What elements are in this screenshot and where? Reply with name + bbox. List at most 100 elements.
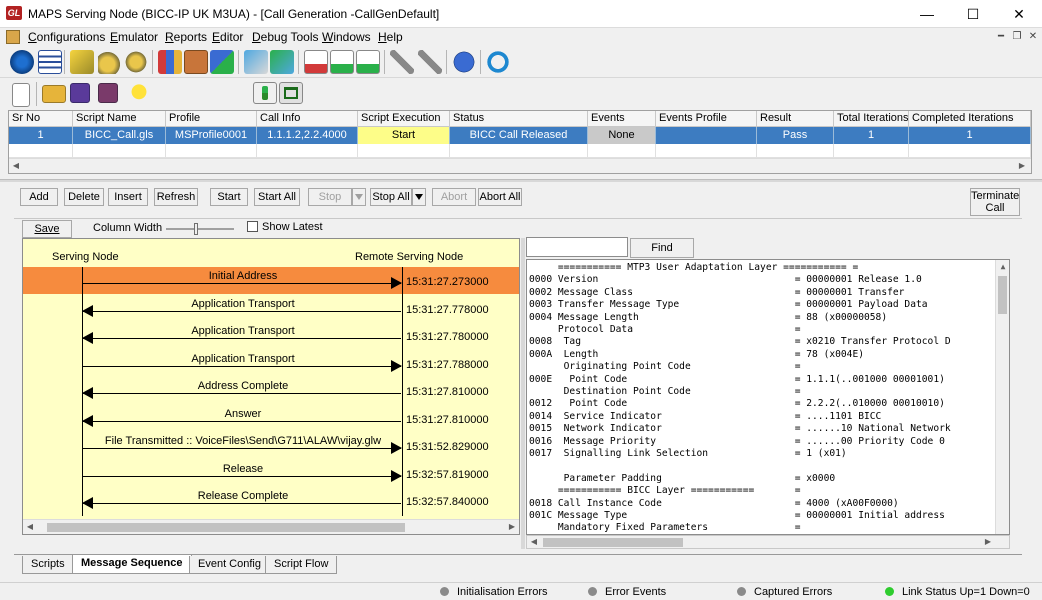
cell-profile[interactable]: MSProfile0001	[166, 127, 257, 144]
error-events-status[interactable]: Error Events	[588, 585, 666, 599]
decode-vertical-scrollbar[interactable]: ▲	[995, 260, 1009, 534]
delete-button[interactable]: Delete	[64, 188, 104, 206]
start-all-button[interactable]: Start All	[254, 188, 300, 206]
insert-button[interactable]: Insert	[108, 188, 148, 206]
close-button[interactable]: ✕	[996, 0, 1042, 28]
tab-event-config[interactable]: Event Config	[189, 556, 270, 574]
check-edit-icon[interactable]	[244, 50, 268, 74]
col-header-script-name[interactable]: Script Name	[73, 111, 166, 127]
link-status[interactable]: Link Status Up=1 Down=0	[885, 585, 1030, 599]
decode-line[interactable]: 0003 Transfer Message Type = 00000001 Pa…	[529, 299, 928, 311]
col-header-call-info[interactable]: Call Info	[257, 111, 358, 127]
decode-line[interactable]: 0017 Signalling Link Selection = 1 (x01)	[529, 448, 847, 460]
refresh-button[interactable]: Refresh	[154, 188, 198, 206]
wizard-icon[interactable]	[270, 50, 294, 74]
menu-reports[interactable]: Reports	[165, 30, 207, 44]
find-button[interactable]: Find	[630, 238, 694, 258]
grid-horizontal-scrollbar[interactable]: ◀ ▶	[9, 158, 1031, 173]
sequence-message-row[interactable]: Release 15:32:57.819000	[23, 460, 519, 487]
save-button[interactable]: Save	[22, 220, 72, 238]
decode-line[interactable]: 0008 Tag = x0210 Transfer Protocol D	[529, 336, 951, 348]
briefcase-icon[interactable]	[184, 50, 208, 74]
save-as-icon[interactable]	[98, 83, 118, 103]
col-header-script-execution[interactable]: Script Execution	[358, 111, 450, 127]
save-icon[interactable]	[70, 83, 90, 103]
decode-line[interactable]: 0000 Version = 00000001 Release 1.0	[529, 274, 922, 286]
decode-horizontal-scrollbar[interactable]: ◀ ▶	[526, 535, 1010, 549]
col-header-events[interactable]: Events	[588, 111, 656, 127]
decode-line[interactable]: 0016 Message Priority = ......00 Priorit…	[529, 436, 945, 448]
column-width-slider[interactable]	[166, 223, 234, 235]
menu-debug-tools[interactable]: Debug Tools	[252, 30, 319, 44]
sequence-message-row[interactable]: Answer 15:31:27.810000	[23, 405, 519, 432]
sequence-message-row[interactable]: Address Complete 15:31:27.810000	[23, 377, 519, 404]
cell-total-iterations[interactable]: 1	[834, 127, 909, 144]
sequence-message-row[interactable]: Application Transport 15:31:27.788000	[23, 350, 519, 377]
abort-all-button[interactable]: Abort All	[478, 188, 522, 206]
lightbulb-icon[interactable]	[130, 83, 148, 105]
decode-line[interactable]: 0018 Call Instance Code = 4000 (xA00F000…	[529, 498, 899, 510]
decode-line[interactable]: 001C Message Type = 00000001 Initial add…	[529, 510, 945, 522]
slider-thumb[interactable]	[194, 223, 198, 235]
panel-splitter[interactable]	[0, 179, 1042, 182]
scroll-left-icon[interactable]: ◀	[9, 161, 23, 170]
mdi-close-button[interactable]: ✕	[1026, 30, 1040, 43]
stop-button[interactable]: Stop	[308, 188, 352, 206]
gears-icon[interactable]	[98, 50, 122, 74]
decode-line[interactable]: Parameter Padding = x0000	[529, 473, 835, 485]
ladder-view-icon[interactable]	[253, 82, 277, 104]
cell-call-info[interactable]: 1.1.1.2,2.2.4000	[257, 127, 358, 144]
configuration-gear-icon[interactable]	[10, 50, 34, 74]
scroll-left-icon[interactable]: ◀	[23, 522, 37, 531]
decode-line[interactable]: 0014 Service Indicator = ....1101 BICC	[529, 411, 881, 423]
stop-all-dropdown-icon[interactable]	[412, 188, 426, 206]
sequence-horizontal-scrollbar[interactable]: ◀ ▶	[23, 519, 519, 534]
menu-windows[interactable]: Windows	[322, 30, 371, 44]
stop-capture-icon[interactable]	[304, 50, 328, 74]
decode-line[interactable]: =========== BICC Layer =========== =	[529, 485, 801, 497]
cell-status[interactable]: BICC Call Released	[450, 127, 588, 144]
network-trace-2-icon[interactable]	[418, 50, 442, 74]
user-settings-icon[interactable]	[210, 50, 234, 74]
decode-line[interactable]: 0012 Point Code = 2.2.2(..010000 0001001…	[529, 398, 945, 410]
network-trace-icon[interactable]	[390, 50, 414, 74]
terminate-call-button[interactable]: Terminate Call	[970, 188, 1020, 216]
new-file-icon[interactable]	[12, 83, 30, 107]
menu-configurations[interactable]: Configurations	[28, 30, 105, 44]
pause-capture-icon[interactable]	[356, 50, 380, 74]
scroll-right-icon[interactable]: ▶	[1015, 161, 1029, 170]
cell-script-execution[interactable]: Start	[358, 127, 450, 144]
decode-line[interactable]: =========== MTP3 User Adaptation Layer =…	[529, 262, 858, 274]
profile-gears-icon[interactable]	[124, 50, 148, 74]
col-header-result[interactable]: Result	[757, 111, 834, 127]
script-edit-icon[interactable]	[70, 50, 94, 74]
maximize-button[interactable]: ☐	[950, 0, 996, 28]
decode-line[interactable]: Protocol Data =	[529, 324, 801, 336]
mdi-restore-button[interactable]: ❐	[1010, 30, 1024, 43]
sequence-message-row[interactable]: Release Complete 15:32:57.840000	[23, 487, 519, 514]
start-button[interactable]: Start	[210, 188, 248, 206]
scroll-thumb[interactable]	[47, 523, 405, 532]
tab-script-flow[interactable]: Script Flow	[265, 556, 338, 574]
scroll-left-icon[interactable]: ◀	[527, 537, 541, 546]
show-latest-checkbox[interactable]	[247, 221, 258, 232]
cell-events-profile[interactable]	[656, 127, 757, 144]
decode-line[interactable]: Originating Point Code =	[529, 361, 801, 373]
cell-completed-iterations[interactable]: 1	[909, 127, 1031, 144]
decode-line[interactable]: 0002 Message Class = 00000001 Transfer	[529, 287, 904, 299]
decode-line[interactable]: Mandatory Fixed Parameters =	[529, 522, 801, 534]
col-header-status[interactable]: Status	[450, 111, 588, 127]
scroll-thumb[interactable]	[998, 276, 1007, 314]
open-folder-icon[interactable]	[42, 85, 66, 103]
add-button[interactable]: Add	[20, 188, 58, 206]
capture-icon[interactable]	[330, 50, 354, 74]
mdi-minimize-button[interactable]: ━	[994, 30, 1008, 43]
sequence-message-row[interactable]: File Transmitted :: VoiceFiles\Send\G711…	[23, 432, 519, 459]
sequence-message-row[interactable]: Application Transport 15:31:27.778000	[23, 295, 519, 322]
decode-line[interactable]: 000E Point Code = 1.1.1(..001000 0000100…	[529, 374, 945, 386]
cell-sr-no[interactable]: 1	[9, 127, 73, 144]
flow-view-icon[interactable]	[279, 82, 303, 104]
scroll-right-icon[interactable]: ▶	[981, 537, 995, 546]
notes-icon[interactable]	[38, 50, 62, 74]
menu-editor[interactable]: Editor	[212, 30, 243, 44]
